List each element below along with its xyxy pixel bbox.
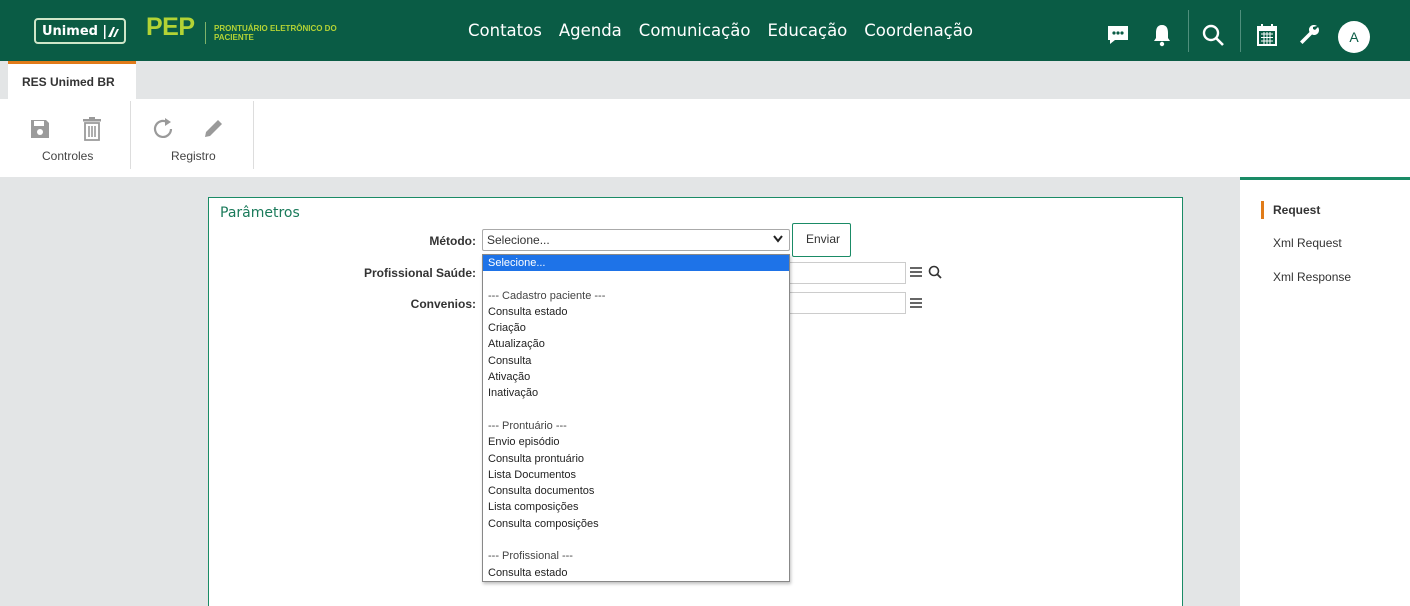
pencil-icon[interactable] (199, 115, 227, 143)
enviar-button[interactable]: Enviar (792, 223, 851, 257)
dropdown-group-label: --- Prontuário --- (488, 419, 567, 432)
chat-icon[interactable] (1103, 20, 1133, 50)
metodo-dropdown-list: Selecione... --- Cadastro paciente --- Con… (482, 254, 790, 582)
dropdown-option[interactable]: Selecione... (483, 255, 789, 272)
tab-strip: RES Unimed BR (0, 61, 1410, 99)
avatar[interactable]: A (1338, 21, 1370, 53)
nav-coordenacao[interactable]: Coordenação (864, 21, 973, 40)
dropdown-option[interactable]: Consulta estado (483, 565, 789, 581)
dropdown-option[interactable]: Atualização (483, 336, 789, 352)
dropdown-option[interactable]: Ativação (483, 369, 789, 385)
dropdown-group-label: --- Profissional --- (488, 550, 573, 563)
sidebar-item-xml-request[interactable]: Xml Request (1273, 236, 1342, 250)
sidebar-item-xml-response[interactable]: Xml Response (1273, 270, 1351, 284)
toolbar-label-controles: Controles (42, 149, 94, 163)
toolbar: Controles Registro (0, 99, 1410, 177)
main-area: Parâmetros Método: Selecione... Enviar P… (0, 177, 1240, 606)
metodo-select-value: Selecione... (487, 233, 550, 247)
trash-icon[interactable] (78, 115, 106, 143)
convenios-label: Convenios: (410, 297, 476, 311)
profissional-saude-label: Profissional Saúde: (363, 266, 476, 280)
wrench-icon[interactable] (1294, 20, 1324, 50)
dropdown-option[interactable]: Envio episódio (483, 434, 789, 450)
header-divider (1240, 10, 1241, 52)
tab-label: RES Unimed BR (22, 75, 115, 89)
metodo-select[interactable]: Selecione... (482, 229, 790, 251)
save-icon[interactable] (26, 115, 54, 143)
main-nav: Contatos Agenda Comunicação Educação Coo… (468, 21, 990, 40)
refresh-icon[interactable] (149, 115, 177, 143)
unimed-logo-mark-icon (104, 25, 119, 39)
parameters-panel: Parâmetros Método: Selecione... Enviar P… (208, 197, 1183, 606)
dropdown-group-label: --- Cadastro paciente --- (488, 289, 606, 302)
dropdown-option[interactable]: Consulta (483, 353, 789, 369)
dropdown-option[interactable]: Lista composições (483, 499, 789, 515)
nav-comunicacao[interactable]: Comunicação (639, 21, 751, 40)
app-subtitle: PRONTUÁRIO ELETRÔNICO DO PACIENTE (214, 24, 337, 42)
search-icon[interactable] (928, 265, 942, 279)
list-icon[interactable] (910, 298, 922, 308)
calendar-icon[interactable] (1252, 20, 1282, 50)
metodo-label: Método: (429, 234, 476, 248)
dropdown-option[interactable]: Inativação (483, 385, 789, 401)
brand-divider (205, 22, 206, 44)
search-icon[interactable] (1198, 20, 1228, 50)
nav-contatos[interactable]: Contatos (468, 21, 542, 40)
sidebar-item-request[interactable]: Request (1273, 203, 1320, 217)
header-divider (1188, 10, 1189, 52)
dropdown-spacer (483, 271, 789, 287)
active-indicator (1261, 201, 1264, 219)
dropdown-option[interactable]: Consulta prontuário (483, 451, 789, 467)
dropdown-option[interactable]: Criação (483, 320, 789, 336)
toolbar-label-registro: Registro (171, 149, 216, 163)
app-name: PEP (146, 13, 195, 41)
bell-icon[interactable] (1147, 20, 1177, 50)
dropdown-spacer (483, 532, 789, 548)
enviar-button-label: Enviar (806, 232, 841, 246)
right-sidebar: Request Xml Request Xml Response (1240, 177, 1410, 606)
top-bar: Unimed PEP PRONTUÁRIO ELETRÔNICO DO PACI… (0, 0, 1410, 61)
unimed-logo[interactable]: Unimed (34, 18, 126, 44)
dropdown-spacer (483, 402, 789, 418)
toolbar-divider (253, 101, 254, 169)
nav-educacao[interactable]: Educação (767, 21, 847, 40)
panel-title: Parâmetros (220, 205, 300, 221)
toolbar-group-controles: Controles (0, 99, 130, 177)
logo-text: Unimed (42, 24, 98, 39)
dropdown-option[interactable]: Lista Documentos (483, 467, 789, 483)
toolbar-group-registro: Registro (131, 99, 253, 177)
chevron-down-icon (773, 235, 783, 243)
tab-res-unimed-br[interactable]: RES Unimed BR (8, 61, 136, 99)
dropdown-option[interactable]: Consulta documentos (483, 483, 789, 499)
nav-agenda[interactable]: Agenda (559, 21, 622, 40)
list-icon[interactable] (910, 267, 922, 277)
dropdown-option[interactable]: Consulta composições (483, 516, 789, 532)
dropdown-option[interactable]: Consulta estado (483, 304, 789, 320)
